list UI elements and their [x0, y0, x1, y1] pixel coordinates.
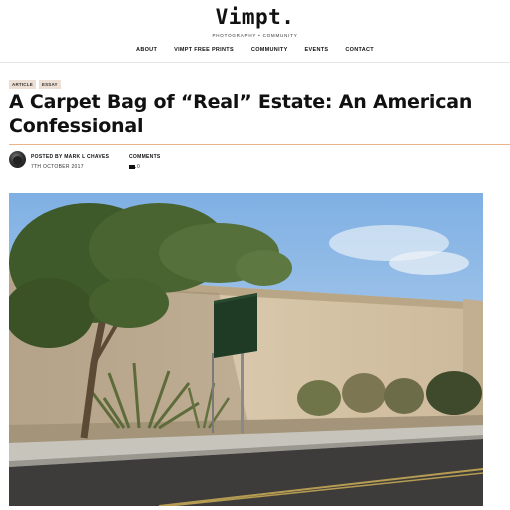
- nav-community[interactable]: COMMUNITY: [251, 47, 288, 53]
- hero-photo: [9, 193, 483, 506]
- nav-about[interactable]: ABOUT: [136, 47, 157, 53]
- site-logo[interactable]: Vimpt.: [0, 5, 510, 29]
- site-tagline: PHOTOGRAPHY • COMMUNITY: [212, 33, 298, 38]
- comments-link[interactable]: 0: [129, 164, 161, 170]
- header-divider: [0, 62, 510, 63]
- comments-count: 0: [137, 164, 141, 170]
- main-nav: ABOUT VIMPT FREE PRINTS COMMUNITY EVENTS…: [0, 47, 510, 53]
- author-avatar[interactable]: [9, 151, 26, 168]
- post-date: 7TH OCTOBER 2017: [31, 164, 84, 170]
- tag-essay[interactable]: ESSAY: [38, 80, 61, 89]
- article-title: A Carpet Bag of “Real” Estate: An Americ…: [9, 91, 473, 137]
- nav-vimpt-free-prints[interactable]: VIMPT FREE PRINTS: [174, 47, 234, 53]
- tag-article[interactable]: ARTICLE: [9, 80, 36, 89]
- posted-by: POSTED BY MARK L CHAVES 7TH OCTOBER 2017: [31, 154, 109, 170]
- posted-by-label[interactable]: POSTED BY MARK L CHAVES: [31, 154, 109, 160]
- nav-contact[interactable]: CONTACT: [345, 47, 374, 53]
- nav-events[interactable]: EVENTS: [305, 47, 329, 53]
- title-underline: [9, 144, 510, 145]
- comments-label: COMMENTS: [129, 154, 161, 160]
- article-tags: ARTICLE ESSAY: [9, 80, 61, 89]
- comment-icon: [129, 164, 136, 169]
- comments-meta: COMMENTS 0: [129, 154, 161, 170]
